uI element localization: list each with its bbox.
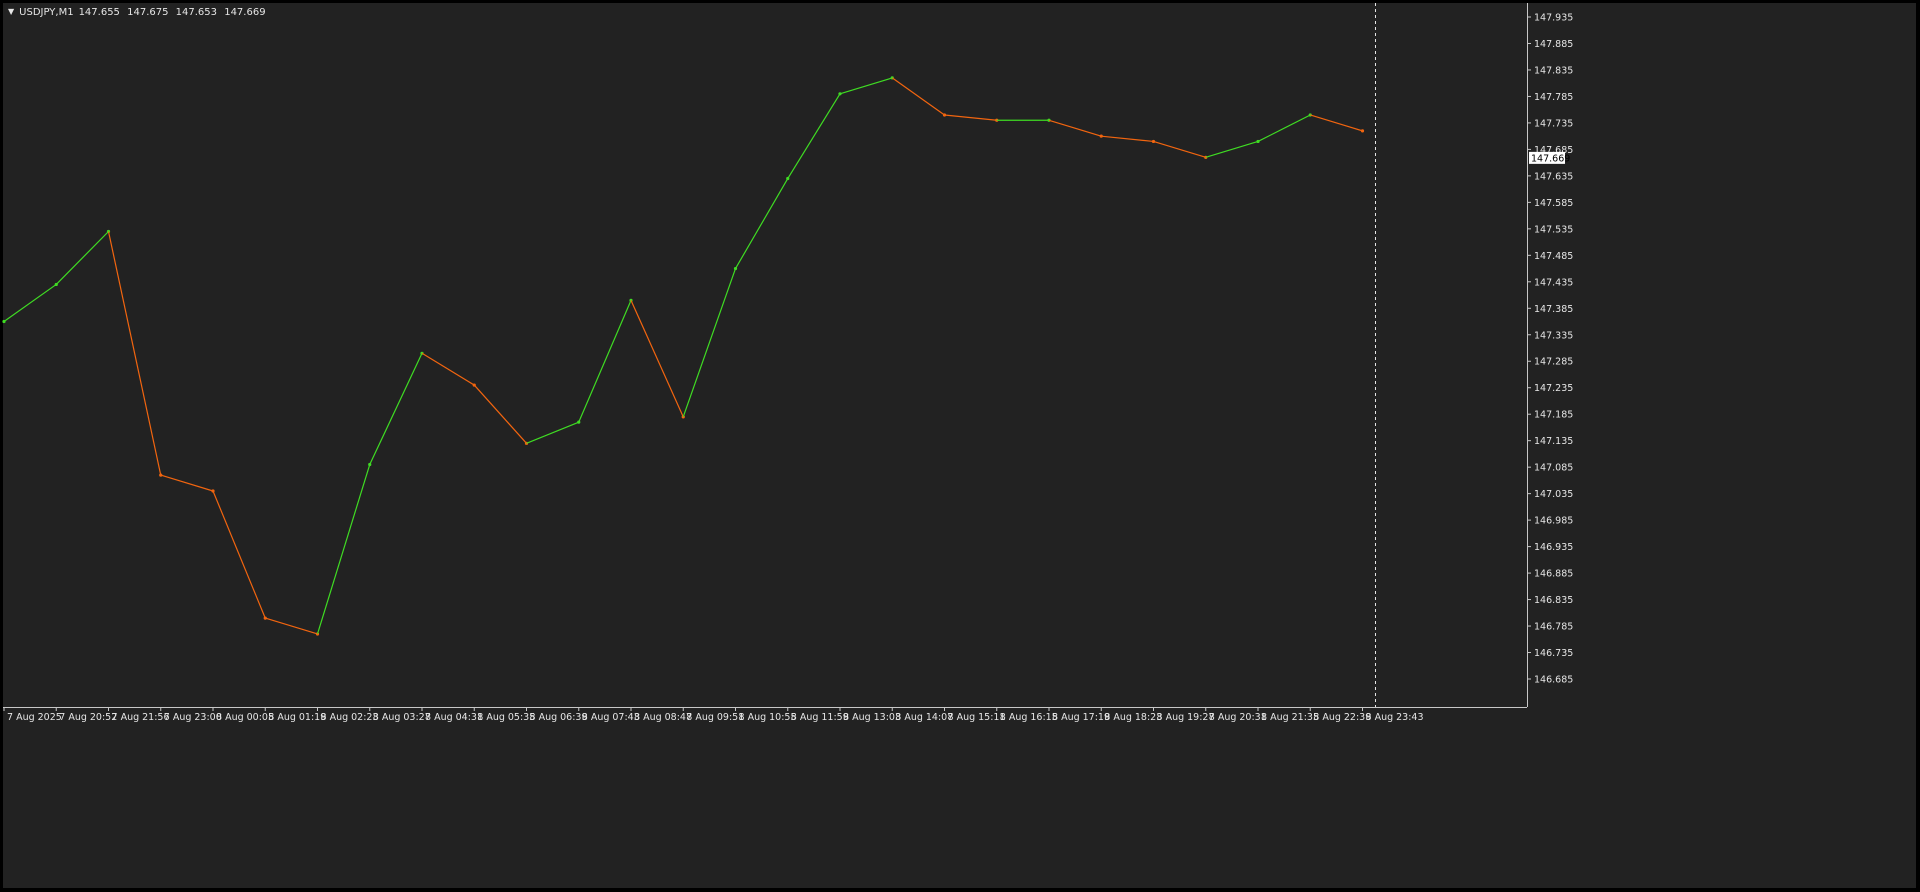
price-tick-label: 147.385 <box>1534 304 1573 315</box>
time-tick-label: 8 Aug 22:39 <box>1313 712 1371 723</box>
time-tick-label: 8 Aug 02:23 <box>321 712 379 723</box>
price-tick-label: 147.535 <box>1534 224 1573 235</box>
price-tick-label: 146.985 <box>1534 516 1573 527</box>
time-tick-label: 8 Aug 18:23 <box>1104 712 1162 723</box>
price-tick-label: 147.285 <box>1534 357 1573 368</box>
price-tick-label: 146.835 <box>1534 595 1573 606</box>
price-tick-label: 147.485 <box>1534 251 1573 262</box>
price-tick-label: 147.935 <box>1534 13 1573 24</box>
symbol-label: USDJPY,M1 <box>19 6 74 18</box>
price-tick-label: 147.185 <box>1534 410 1573 421</box>
price-tick-label: 147.635 <box>1534 171 1573 182</box>
price-point <box>1360 129 1365 133</box>
time-tick-label: 8 Aug 13:03 <box>843 712 901 723</box>
price-tick-label: 146.685 <box>1534 675 1573 686</box>
time-tick-label: 8 Aug 04:31 <box>425 712 483 723</box>
price-tick-label: 147.335 <box>1534 330 1573 341</box>
time-tick-label: 8 Aug 01:19 <box>268 712 326 723</box>
time-tick-label: 8 Aug 11:59 <box>791 712 849 723</box>
chart-title-bar: ▼ USDJPY,M1 147.655 147.675 147.653 147.… <box>8 5 270 19</box>
time-tick-label: 8 Aug 16:15 <box>1000 712 1058 723</box>
price-tick-label: 146.885 <box>1534 569 1573 580</box>
chart-window[interactable]: 147.935 147.885 147.835 147.785 147.735 147.6… <box>0 0 1920 892</box>
time-tick-label: 8 Aug 03:27 <box>373 712 431 723</box>
time-tick-label: 8 Aug 05:35 <box>477 712 535 723</box>
price-tick-label: 147.785 <box>1534 92 1573 103</box>
high-value: 147.675 <box>127 6 169 18</box>
time-tick-label: 8 Aug 23:43 <box>1366 712 1424 723</box>
price-chart[interactable]: 147.935 147.885 147.835 147.785 147.735 147.6… <box>0 0 1920 892</box>
time-tick-label: 8 Aug 17:19 <box>1052 712 1110 723</box>
price-tick-label: 146.935 <box>1534 542 1573 553</box>
time-tick-label: 8 Aug 00:05 <box>216 712 274 723</box>
time-tick-label: 8 Aug 07:43 <box>582 712 640 723</box>
time-tick-label: 8 Aug 08:47 <box>634 712 692 723</box>
low-value: 147.653 <box>175 6 218 18</box>
time-tick-label: 8 Aug 20:31 <box>1209 712 1267 723</box>
price-tick-label: 147.835 <box>1534 65 1573 76</box>
price-tick-label: 147.035 <box>1534 489 1573 500</box>
price-tick-label: 146.735 <box>1534 648 1573 659</box>
price-tick-label: 147.235 <box>1534 383 1573 394</box>
price-tick-label: 147.885 <box>1534 39 1573 50</box>
chart-background[interactable] <box>3 3 1916 888</box>
open-value: 147.655 <box>78 6 120 18</box>
current-price-label: 147.669 <box>1531 153 1570 164</box>
time-tick-label: 7 Aug 21:56 <box>112 712 170 723</box>
time-tick-label: 7 Aug 2025 <box>7 712 62 723</box>
time-tick-label: 8 Aug 19:27 <box>1157 712 1215 723</box>
price-tick-label: 146.785 <box>1534 622 1573 633</box>
price-tick-label: 147.085 <box>1534 463 1573 474</box>
ohlc-readout: 147.655 147.675 147.653 147.669 <box>79 7 270 18</box>
time-tick-label: 8 Aug 09:51 <box>686 712 744 723</box>
price-tick-label: 147.135 <box>1534 436 1573 447</box>
time-tick-label: 8 Aug 06:39 <box>530 712 588 723</box>
dropdown-triangle-icon[interactable]: ▼ <box>8 7 14 17</box>
time-tick-label: 7 Aug 23:00 <box>164 712 222 723</box>
price-tick-label: 147.735 <box>1534 118 1573 129</box>
time-tick-label: 8 Aug 15:11 <box>948 712 1006 723</box>
price-tick-label: 147.435 <box>1534 277 1573 288</box>
time-tick-label: 7 Aug 20:52 <box>59 712 117 723</box>
time-tick-label: 8 Aug 21:35 <box>1261 712 1319 723</box>
price-tick-label: 147.585 <box>1534 198 1573 209</box>
close-value: 147.669 <box>224 6 266 18</box>
time-tick-label: 8 Aug 10:55 <box>739 712 797 723</box>
time-tick-label: 8 Aug 14:07 <box>895 712 953 723</box>
